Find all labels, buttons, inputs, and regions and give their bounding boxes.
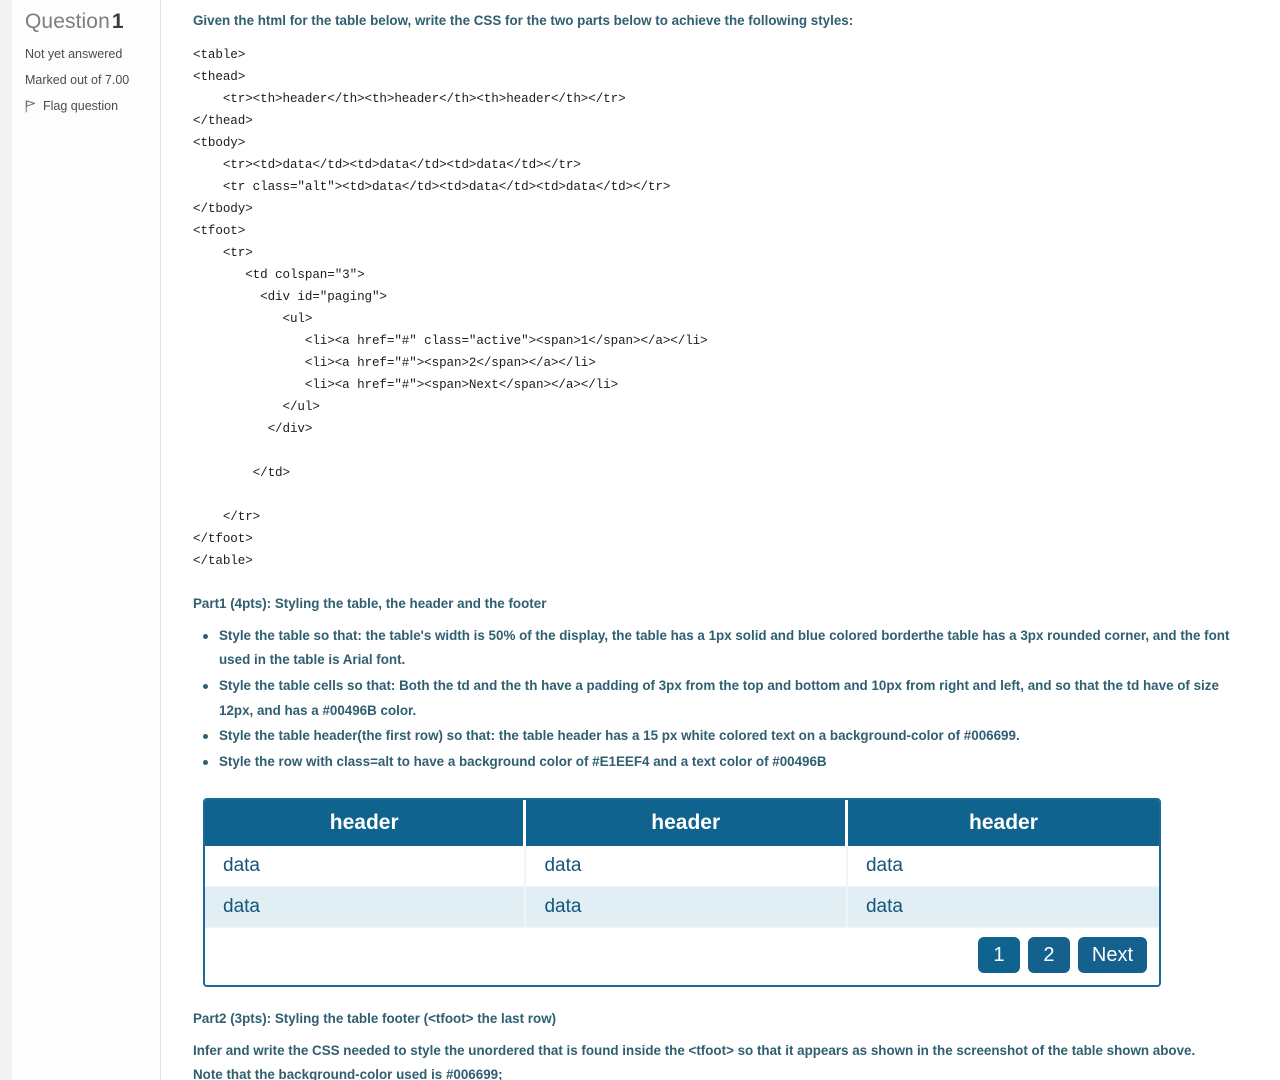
part2-title: Part2 (3pts): Styling the table footer (… — [193, 1011, 557, 1027]
paging-cell: 1 2 Next — [205, 928, 1159, 986]
html-code-block: <table> <thead> <tr><th>header</th><th>h… — [193, 48, 708, 569]
sample-table-body: data data data data data data — [205, 846, 1159, 929]
table-header-cell: header — [526, 800, 848, 847]
page-edge-strip — [0, 0, 12, 1080]
list-item: Style the row with class=alt to have a b… — [203, 750, 1240, 775]
sample-styled-table: header header header data data data data… — [203, 798, 1161, 988]
question-page: Question1 Not yet answered Marked out of… — [0, 0, 1280, 1080]
table-cell: data — [847, 887, 1159, 929]
question-status: Not yet answered — [25, 47, 123, 61]
table-row-alt: data data data — [205, 887, 1159, 929]
flag-icon — [25, 99, 36, 113]
table-row: 1 2 Next — [205, 928, 1159, 986]
question-lead-text: Given the html for the table below, writ… — [193, 13, 854, 28]
table-row: header header header — [205, 800, 1159, 847]
table-row: data data data — [205, 846, 1159, 888]
flag-question-button[interactable]: Flag question — [25, 99, 148, 113]
table-cell: data — [526, 846, 848, 888]
table-cell: data — [205, 846, 527, 888]
paging-link-next[interactable]: Next — [1077, 937, 1147, 974]
table-header-cell: header — [205, 800, 527, 847]
list-item: Style the table cells so that: Both the … — [203, 674, 1240, 723]
list-item: Style the table so that: the table's wid… — [203, 624, 1240, 673]
question-title-label: Question — [25, 10, 110, 33]
table-cell: data — [526, 887, 848, 929]
sample-table-head: header header header — [205, 800, 1159, 847]
flag-question-label: Flag question — [43, 99, 119, 113]
sample-table-foot: 1 2 Next — [205, 928, 1159, 986]
table-header-cell: header — [847, 800, 1159, 847]
paging-nav: 1 2 Next — [217, 937, 1147, 974]
part1-requirements-list: Style the table so that: the table's wid… — [193, 624, 1240, 775]
table-cell: data — [847, 846, 1159, 888]
question-number: 1 — [111, 10, 124, 33]
question-info-panel: Question1 Not yet answered Marked out of… — [13, 0, 161, 1080]
part2-text: Infer and write the CSS needed to style … — [193, 1042, 1196, 1080]
table-cell: data — [205, 887, 527, 929]
paging-link-1[interactable]: 1 — [977, 937, 1020, 974]
sample-table-figure: header header header data data data data… — [203, 798, 1240, 988]
question-marks: Marked out of 7.00 — [25, 73, 130, 87]
question-content: Given the html for the table below, writ… — [162, 0, 1280, 1080]
list-item: Style the table header(the first row) so… — [203, 724, 1240, 749]
part1-title: Part1 (4pts): Styling the table, the hea… — [193, 596, 547, 612]
paging-link-2[interactable]: 2 — [1027, 937, 1070, 974]
page-title: Question1 — [25, 10, 148, 34]
